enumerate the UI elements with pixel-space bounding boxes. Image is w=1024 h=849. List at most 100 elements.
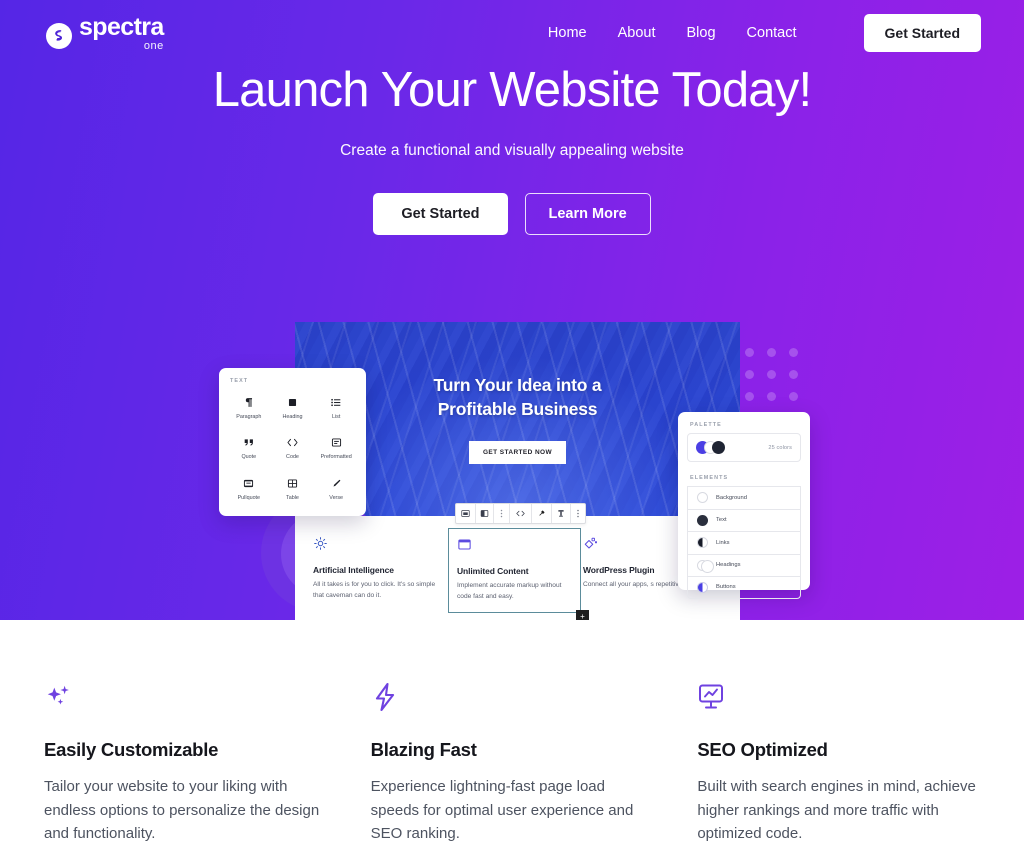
palette-panel: PALETTE 25 colors ELEMENTS Background Te…: [678, 412, 810, 599]
bold-icon[interactable]: [552, 504, 571, 523]
decor-dot: [767, 348, 776, 357]
mockup-body: Artificial Intelligence All it takes is …: [295, 503, 740, 620]
palette-label: PALETTE: [690, 422, 722, 428]
element-row-links[interactable]: Links: [687, 531, 801, 554]
element-label: Buttons: [716, 584, 736, 591]
feature-title: Easily Customizable: [44, 739, 219, 760]
block-toolbar: [455, 503, 586, 524]
sparkles-icon: [44, 682, 327, 716]
mockup-card-desc: All it takes is for you to click. It's s…: [313, 581, 436, 599]
block-item-preformatted[interactable]: Preformatted: [314, 429, 358, 464]
feature-description: Built with search engines in mind, achie…: [697, 778, 976, 843]
dot-grid-decoration: [745, 348, 811, 414]
block-item-verse[interactable]: Verse: [314, 470, 358, 505]
mockup-card[interactable]: Artificial Intelligence All it takes is …: [313, 536, 446, 613]
nav-item-about[interactable]: About: [618, 25, 656, 41]
gear-icon: [313, 536, 446, 556]
block-type-icon[interactable]: [456, 504, 476, 523]
links-swatch-icon: [697, 537, 708, 549]
paragraph-icon: [243, 395, 254, 410]
feature-description: Tailor your website to your liking with …: [44, 778, 320, 843]
mockup-card-title: Unlimited Content: [457, 566, 529, 576]
align-icon[interactable]: [476, 504, 494, 523]
nav-get-started-button[interactable]: Get Started: [863, 14, 981, 52]
link-icon[interactable]: [532, 504, 552, 523]
code-icon[interactable]: [510, 504, 532, 523]
decor-dot: [767, 392, 776, 401]
buttons-swatch-icon: [697, 581, 708, 593]
decor-dot: [789, 392, 798, 401]
mockup-card-selected[interactable]: Unlimited Content Implement accurate mar…: [448, 528, 589, 620]
element-row-headings[interactable]: Headings: [687, 553, 801, 576]
feature-title: SEO Optimized: [697, 739, 828, 760]
brand-sub: one: [143, 39, 164, 52]
block-item-pullquote[interactable]: Pullquote: [227, 470, 271, 505]
feature-seo-optimized: SEO Optimized Built with search engines …: [697, 682, 980, 846]
block-label: Quote: [241, 454, 257, 461]
block-label: Code: [286, 454, 299, 461]
seo-chart-board-icon: [697, 682, 980, 716]
mockup-banner-button[interactable]: GET STARTED NOW: [468, 440, 567, 464]
list-icon: [330, 395, 342, 410]
block-label: Verse: [329, 494, 344, 501]
hero-subtitle: Create a functional and visually appeali…: [340, 142, 684, 160]
element-label: Text: [716, 517, 727, 524]
decor-dot: [789, 348, 798, 357]
hero-learn-more-button[interactable]: Learn More: [524, 193, 651, 236]
block-item-heading[interactable]: Heading: [271, 389, 315, 424]
hero-buttons: Get Started Learn More: [0, 193, 1024, 236]
lightning-bolt-icon: [371, 682, 654, 716]
text-blocks-panel: TEXT Paragraph Heading List Quote Code P…: [219, 368, 366, 516]
nav-links: Home About Blog Contact Get Started: [548, 14, 981, 52]
code-icon: [286, 435, 299, 450]
swatch-dark: [712, 441, 725, 454]
element-row-buttons[interactable]: Buttons: [687, 576, 801, 599]
pullquote-icon: [243, 476, 254, 491]
feature-easily-customizable: Easily Customizable Tailor your website …: [44, 682, 327, 846]
table-icon: [287, 476, 298, 491]
block-label: List: [331, 414, 341, 420]
decor-dot: [745, 348, 754, 357]
text-blocks-grid: Paragraph Heading List Quote Code Prefor…: [227, 389, 358, 505]
decor-dot: [767, 370, 776, 379]
element-label: Background: [716, 494, 747, 501]
block-item-paragraph[interactable]: Paragraph: [227, 389, 271, 424]
more-options-icon[interactable]: [571, 504, 585, 523]
element-row-text[interactable]: Text: [687, 508, 801, 531]
element-label: Links: [716, 539, 730, 546]
nav-item-home[interactable]: Home: [548, 25, 587, 41]
decor-dot: [789, 370, 798, 379]
block-item-list[interactable]: List: [314, 389, 358, 424]
feature-description: Experience lightning-fast page load spee…: [370, 778, 634, 843]
feature-blazing-fast: Blazing Fast Experience lightning-fast p…: [371, 682, 654, 846]
decor-dot: [745, 392, 754, 401]
palette-swatch-row[interactable]: 25 colors: [687, 433, 801, 462]
hero-get-started-button[interactable]: Get Started: [373, 193, 508, 236]
nav-item-contact[interactable]: Contact: [747, 25, 797, 41]
block-label: Paragraph: [236, 414, 262, 420]
verse-icon: [331, 476, 342, 491]
window-icon: [457, 537, 572, 557]
block-item-table[interactable]: Table: [271, 470, 315, 505]
block-label: Preformatted: [320, 454, 352, 461]
headings-swatch-icon: [697, 559, 714, 573]
text-panel-label: TEXT: [230, 378, 249, 384]
palette-color-count: 25 colors: [768, 444, 792, 451]
block-label: Table: [286, 494, 299, 501]
hero-title: Launch Your Website Today!: [212, 63, 812, 117]
heading-icon: [287, 395, 298, 410]
palette-swatches: [696, 441, 725, 454]
element-row-background[interactable]: Background: [687, 486, 801, 509]
drag-handle-icon[interactable]: [494, 504, 510, 523]
block-item-code[interactable]: Code: [271, 429, 315, 464]
decor-dot: [745, 370, 754, 379]
text-swatch-icon: [697, 514, 708, 526]
mockup-banner-title: Turn Your Idea into a Profitable Busines…: [433, 375, 602, 419]
top-navigation: spectra one Home About Blog Contact Get …: [0, 0, 1024, 66]
block-item-quote[interactable]: Quote: [227, 429, 271, 464]
brand-logo[interactable]: spectra one: [46, 14, 164, 52]
element-label: Headings: [716, 562, 741, 569]
block-label: Pullquote: [237, 494, 261, 501]
nav-item-blog[interactable]: Blog: [687, 25, 716, 41]
mockup-feature-cards: Artificial Intelligence All it takes is …: [313, 528, 722, 620]
